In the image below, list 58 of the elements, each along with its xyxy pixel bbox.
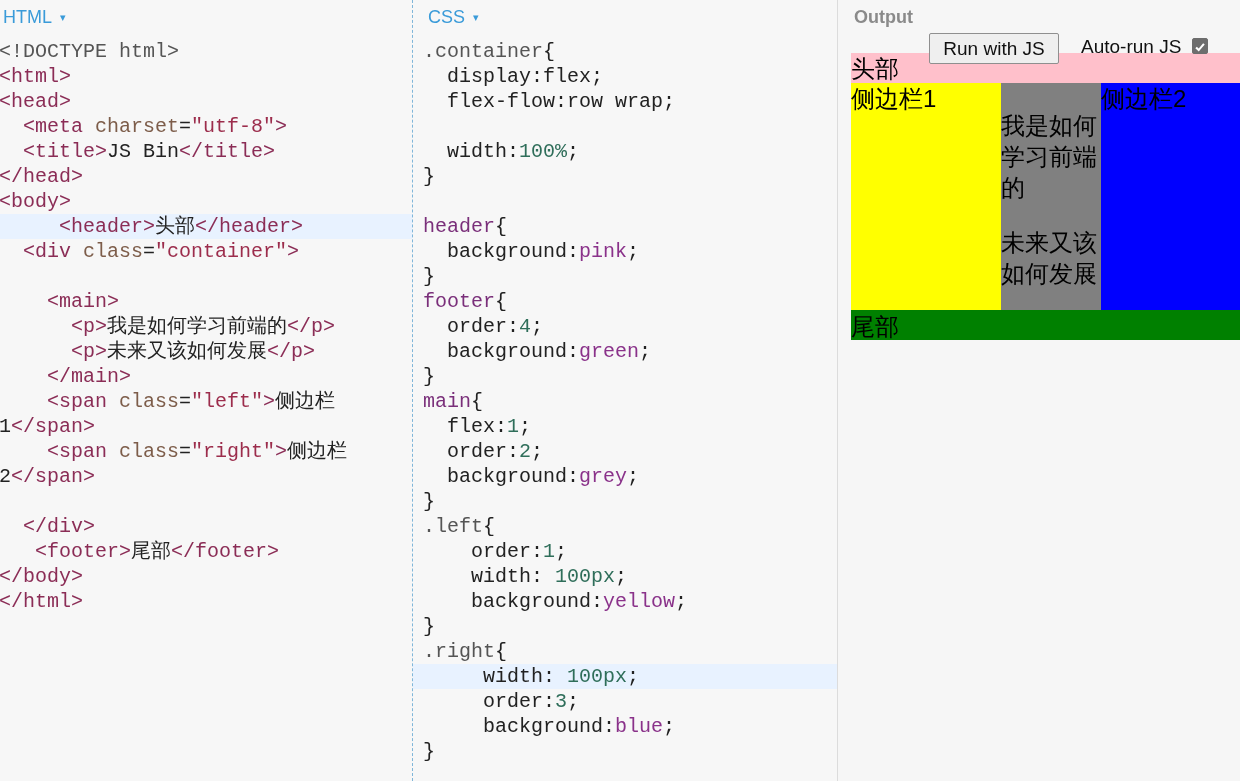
code-line: display:flex; [446, 64, 604, 89]
code-line: } [423, 739, 435, 764]
code-line: order:3; [482, 689, 580, 714]
code-line: width: 100px; [482, 664, 640, 689]
code-line: <p>未来又该如何发展</p> [70, 339, 316, 364]
run-with-js-button[interactable]: Run with JS [929, 33, 1059, 64]
code-line: background:green; [446, 339, 652, 364]
code-line: order:4; [446, 314, 544, 339]
preview-right-sidebar: 侧边栏2 [1101, 83, 1240, 310]
code-line: </head> [0, 164, 83, 189]
code-line: background:grey; [446, 464, 640, 489]
code-line: 1</span> [0, 414, 96, 439]
code-line: <header>头部</header> [58, 214, 304, 239]
code-line: 2</span> [0, 464, 96, 489]
preview-paragraph: 未来又该如何发展 [1001, 228, 1098, 289]
code-line: </html> [0, 589, 83, 614]
code-line: </body> [0, 564, 83, 589]
code-line: } [423, 264, 435, 289]
code-line: <meta charset="utf-8"> [22, 114, 288, 139]
code-line: <head> [0, 89, 71, 114]
code-line: flex-flow:row wrap; [446, 89, 676, 114]
code-line: header{ [423, 214, 508, 239]
code-line: } [423, 489, 435, 514]
code-line: <span class="left">侧边栏 [46, 389, 336, 414]
code-line: width: 100px; [470, 564, 628, 589]
code-line: order:1; [470, 539, 568, 564]
code-line: .container{ [423, 39, 556, 64]
preview-footer: 尾部 [851, 310, 1240, 340]
code-line: flex:1; [446, 414, 532, 439]
code-line: footer{ [423, 289, 508, 314]
code-line: <!DOCTYPE html> [0, 39, 180, 64]
code-line: <span class="right">侧边栏 [46, 439, 348, 464]
code-line: } [423, 164, 435, 189]
code-line: .left{ [423, 514, 496, 539]
code-line: <footer>尾部</footer> [34, 539, 280, 564]
code-line: .right{ [423, 639, 508, 664]
preview-left-sidebar: 侧边栏1 [851, 83, 1001, 310]
code-line: <main> [46, 289, 120, 314]
code-line: } [423, 614, 435, 639]
code-line: } [423, 364, 435, 389]
code-line: <p>我是如何学习前端的</p> [70, 314, 336, 339]
code-line: <body> [0, 189, 71, 214]
preview-paragraph: 我是如何学习前端的 [1001, 111, 1098, 203]
panel-menu-button[interactable]: HTML ▾ [0, 7, 66, 28]
code-line: </div> [22, 514, 95, 539]
code-line: <html> [0, 64, 71, 89]
code-line: order:2; [446, 439, 544, 464]
auto-run-checkbox[interactable] [1192, 38, 1208, 54]
code-line: background:blue; [482, 714, 676, 739]
code-line: background:yellow; [470, 589, 688, 614]
code-line: width:100%; [446, 139, 580, 164]
code-line: background:pink; [446, 239, 640, 264]
panel-menu-button[interactable]: CSS ▾ [423, 7, 479, 28]
output-title: Output [853, 6, 914, 29]
code-line: <title>JS Bin</title> [22, 139, 276, 164]
code-line: <div class="container"> [22, 239, 300, 264]
code-line: main{ [423, 389, 484, 414]
code-line: </main> [46, 364, 132, 389]
